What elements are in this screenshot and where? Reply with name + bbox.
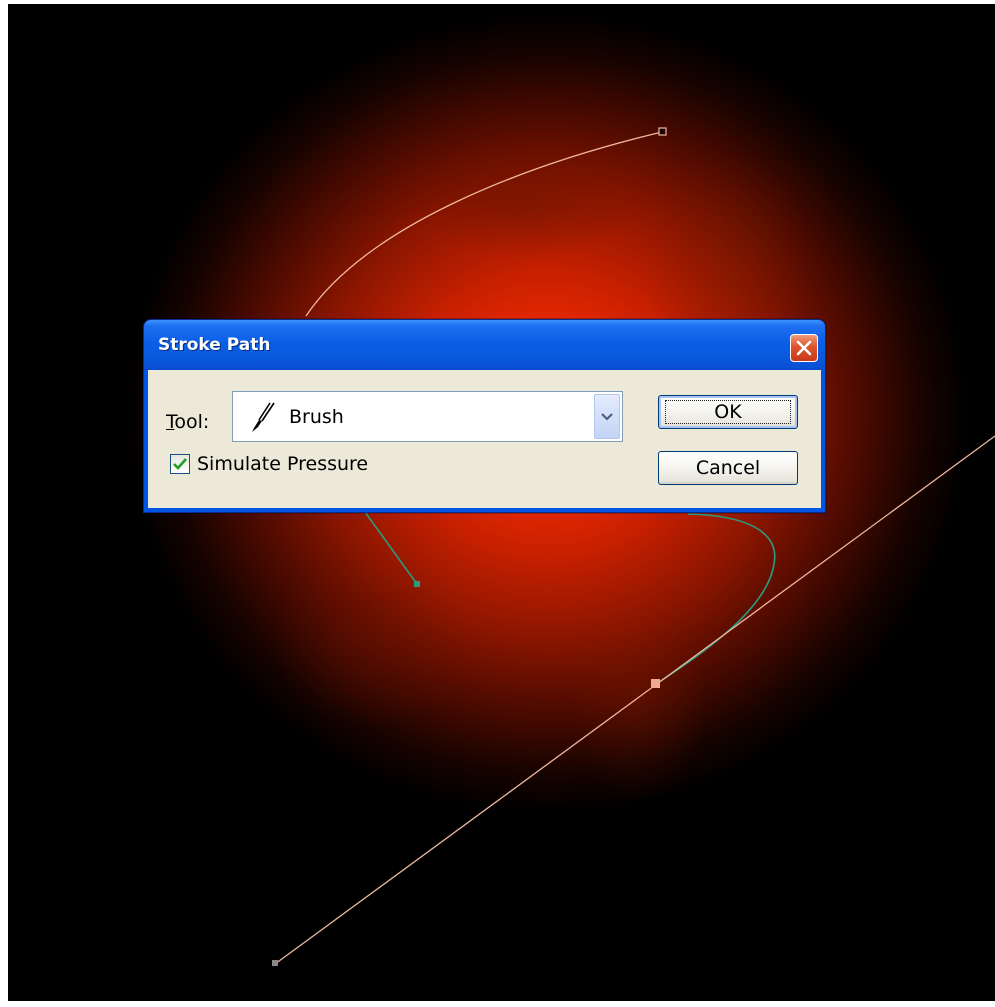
ok-button-label: OK bbox=[665, 400, 791, 424]
tool-label-rest: ool: bbox=[174, 411, 210, 433]
cancel-button-label: Cancel bbox=[695, 457, 761, 479]
anchor-point-top[interactable] bbox=[658, 127, 667, 136]
dialog-titlebar[interactable]: Stroke Path bbox=[144, 320, 825, 370]
direction-handle-bottom[interactable] bbox=[272, 960, 278, 966]
dialog-title: Stroke Path bbox=[158, 335, 271, 355]
simulate-pressure-checkbox[interactable] bbox=[170, 454, 190, 474]
tool-select-value: Brush bbox=[289, 406, 344, 428]
active-path-segment-left bbox=[364, 511, 418, 585]
simulate-pressure-label: Simulate Pressure bbox=[197, 453, 369, 475]
tool-dropdown-button[interactable] bbox=[594, 394, 620, 439]
cancel-button[interactable]: Cancel bbox=[658, 451, 798, 485]
ok-button[interactable]: OK bbox=[658, 395, 798, 429]
close-button[interactable] bbox=[790, 334, 818, 362]
direction-line bbox=[274, 435, 995, 965]
tool-label: Tool: bbox=[166, 411, 209, 433]
brush-icon bbox=[252, 402, 275, 432]
dialog-body: Tool: Brush Simulate Pressure OK Cancel bbox=[148, 370, 821, 508]
checkmark-icon bbox=[173, 458, 187, 470]
active-path-segment-right bbox=[655, 513, 776, 685]
path-segment-upper bbox=[305, 131, 663, 317]
close-icon bbox=[796, 340, 812, 356]
anchor-point-selected[interactable] bbox=[651, 679, 660, 688]
stroke-path-dialog: Stroke Path Tool: Brush Simulate Pressur… bbox=[143, 319, 826, 513]
chevron-down-icon bbox=[601, 412, 613, 421]
tool-select[interactable]: Brush bbox=[232, 391, 623, 442]
direction-handle-left[interactable] bbox=[414, 581, 420, 587]
